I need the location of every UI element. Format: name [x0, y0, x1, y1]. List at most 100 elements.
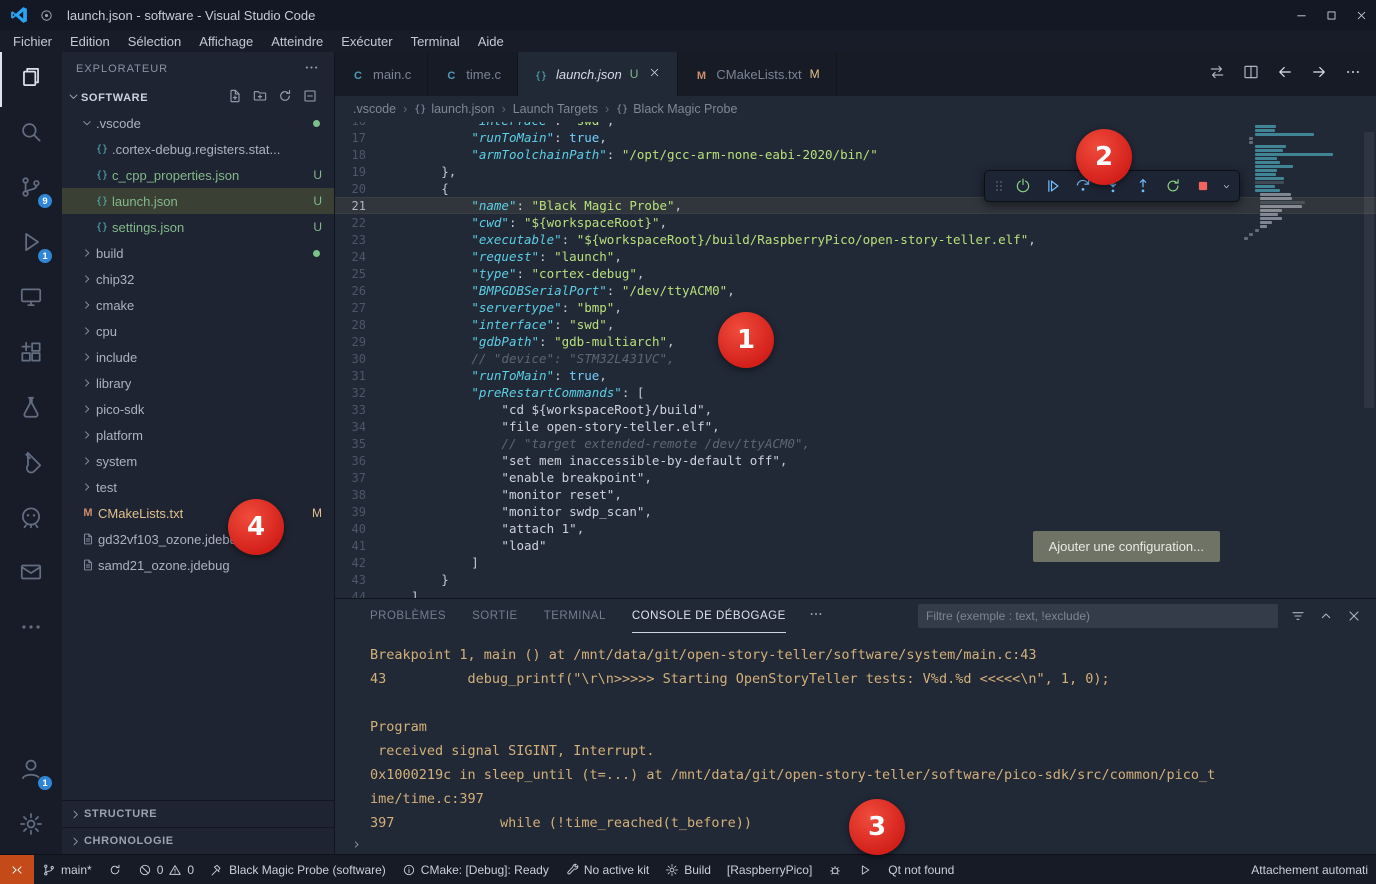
- code-line-24[interactable]: 24 "request": "launch",: [335, 248, 1376, 265]
- maximize-button[interactable]: [1316, 0, 1346, 30]
- step-out-button[interactable]: [1129, 172, 1157, 200]
- line-number[interactable]: 41: [335, 539, 381, 553]
- status-debug-target[interactable]: Black Magic Probe (software): [202, 855, 394, 884]
- code-line-31[interactable]: 31 "runToMain": true,: [335, 367, 1376, 384]
- editor-scrollbar[interactable]: [1364, 132, 1374, 408]
- status-qt-status[interactable]: Qt not found: [880, 855, 962, 884]
- line-number[interactable]: 20: [335, 182, 381, 196]
- tree-item-pico-sdk[interactable]: pico-sdk: [62, 396, 334, 422]
- tree-item-library[interactable]: library: [62, 370, 334, 396]
- menu-edition[interactable]: Edition: [61, 30, 119, 52]
- line-number[interactable]: 16: [335, 122, 381, 128]
- code-line-27[interactable]: 27 "servertype": "bmp",: [335, 299, 1376, 316]
- continue-button[interactable]: [1039, 172, 1067, 200]
- close-button[interactable]: [1346, 0, 1376, 30]
- tab-time-c[interactable]: Ctime.c: [428, 52, 518, 96]
- tree-item-settings-json[interactable]: {}settings.jsonU: [62, 214, 334, 240]
- split-editor-icon[interactable]: [1242, 63, 1260, 86]
- activity-explorer[interactable]: [0, 52, 62, 107]
- activity-testing[interactable]: [0, 382, 62, 437]
- line-number[interactable]: 32: [335, 386, 381, 400]
- line-number[interactable]: 39: [335, 505, 381, 519]
- status-cmake-kit[interactable]: No active kit: [557, 855, 657, 884]
- line-number[interactable]: 28: [335, 318, 381, 332]
- code-line-25[interactable]: 25 "type": "cortex-debug",: [335, 265, 1376, 282]
- line-number[interactable]: 31: [335, 369, 381, 383]
- activity-accounts[interactable]: 1: [0, 744, 62, 799]
- status-auto-attach[interactable]: Attachement automati: [1243, 855, 1376, 884]
- line-number[interactable]: 42: [335, 556, 381, 570]
- menu-executer[interactable]: Exécuter: [332, 30, 401, 52]
- tab-main-c[interactable]: Cmain.c: [335, 52, 428, 96]
- open-changes-icon[interactable]: [1208, 63, 1226, 86]
- line-number[interactable]: 27: [335, 301, 381, 315]
- status-cmake-status[interactable]: CMake: [Debug]: Ready: [394, 855, 557, 884]
- menu-selection[interactable]: Sélection: [119, 30, 190, 52]
- activity-test-tube[interactable]: [0, 437, 62, 492]
- line-number[interactable]: 44: [335, 590, 381, 599]
- status-remote[interactable]: [0, 855, 34, 884]
- line-number[interactable]: 43: [335, 573, 381, 587]
- activity-source-control[interactable]: 9: [0, 162, 62, 217]
- line-number[interactable]: 17: [335, 131, 381, 145]
- close-icon[interactable]: [1346, 608, 1362, 624]
- chevron-up-icon[interactable]: [1318, 608, 1334, 624]
- line-number[interactable]: 29: [335, 335, 381, 349]
- add-configuration-button[interactable]: Ajouter une configuration...: [1033, 531, 1220, 562]
- tree-item-cpu[interactable]: cpu: [62, 318, 334, 344]
- breadcrumb-item-vscode[interactable]: .vscode: [353, 102, 396, 116]
- close-icon[interactable]: [648, 66, 661, 82]
- power-button[interactable]: [1009, 172, 1037, 200]
- activity-settings[interactable]: [0, 799, 62, 854]
- tree-item-system[interactable]: system: [62, 448, 334, 474]
- activity-rtos[interactable]: [0, 547, 62, 602]
- line-number[interactable]: 25: [335, 267, 381, 281]
- code-line-22[interactable]: 22 "cwd": "${workspaceRoot}",: [335, 214, 1376, 231]
- code-line-30[interactable]: 30 // "device": "STM32L431VC",: [335, 350, 1376, 367]
- code-line-17[interactable]: 17 "runToMain": true,: [335, 129, 1376, 146]
- line-number[interactable]: 24: [335, 250, 381, 264]
- line-number[interactable]: 26: [335, 284, 381, 298]
- status-git-branch[interactable]: main*: [34, 855, 100, 884]
- code-line-37[interactable]: 37 "enable breakpoint",: [335, 469, 1376, 486]
- back-icon[interactable]: [1276, 63, 1294, 86]
- panel-tab-console-de-debogage[interactable]: CONSOLE DE DÉBOGAGE: [632, 599, 786, 633]
- menu-terminal[interactable]: Terminal: [402, 30, 469, 52]
- tree-item-cmake[interactable]: cmake: [62, 292, 334, 318]
- line-number[interactable]: 36: [335, 454, 381, 468]
- panel-tab-sortie[interactable]: SORTIE: [472, 599, 518, 633]
- tree-item-chip32[interactable]: chip32: [62, 266, 334, 292]
- section-structure[interactable]: STRUCTURE: [62, 800, 334, 827]
- code-line-36[interactable]: 36 "set mem inaccessible-by-default off"…: [335, 452, 1376, 469]
- panel-tab-terminal[interactable]: TERMINAL: [544, 599, 606, 633]
- tree-item-c-cpp-properties-json[interactable]: {}c_cpp_properties.jsonU: [62, 162, 334, 188]
- code-line-29[interactable]: 29 "gdbPath": "gdb-multiarch",: [335, 333, 1376, 350]
- restart-button[interactable]: [1159, 172, 1187, 200]
- line-number[interactable]: 23: [335, 233, 381, 247]
- menu-atteindre[interactable]: Atteindre: [262, 30, 332, 52]
- line-number[interactable]: 37: [335, 471, 381, 485]
- code-line-18[interactable]: 18 "armToolchainPath": "/opt/gcc-arm-non…: [335, 146, 1376, 163]
- line-number[interactable]: 21: [335, 199, 381, 213]
- tab-cmakelists-txt[interactable]: MCMakeLists.txtM: [678, 52, 836, 96]
- collapse-all-icon[interactable]: [302, 88, 318, 107]
- line-number[interactable]: 18: [335, 148, 381, 162]
- new-file-icon[interactable]: [227, 88, 243, 107]
- tree-item-cmakelists-txt[interactable]: MCMakeLists.txtM: [62, 500, 334, 526]
- minimize-button[interactable]: [1286, 0, 1316, 30]
- chevron-down-small-button[interactable]: [1219, 172, 1233, 200]
- tree-item-platform[interactable]: platform: [62, 422, 334, 448]
- more-actions-icon[interactable]: [808, 606, 824, 627]
- panel-tab-problemes[interactable]: PROBLÈMES: [370, 599, 446, 633]
- section-software[interactable]: SOFTWARE: [62, 85, 334, 110]
- code-line-23[interactable]: 23 "executable": "${workspaceRoot}/build…: [335, 231, 1376, 248]
- tree-item-launch-json[interactable]: {}launch.jsonU: [62, 188, 334, 214]
- status-cmake-build[interactable]: Build: [657, 855, 719, 884]
- code-line-33[interactable]: 33 "cd ${workspaceRoot}/build",: [335, 401, 1376, 418]
- activity-extensions[interactable]: [0, 327, 62, 382]
- breadcrumb[interactable]: .vscode›{}launch.json›Launch Targets›{}B…: [335, 96, 1376, 122]
- code-line-32[interactable]: 32 "preRestartCommands": [: [335, 384, 1376, 401]
- line-number[interactable]: 40: [335, 522, 381, 536]
- filter-input[interactable]: [918, 604, 1278, 628]
- status-cmake-run[interactable]: [850, 855, 880, 884]
